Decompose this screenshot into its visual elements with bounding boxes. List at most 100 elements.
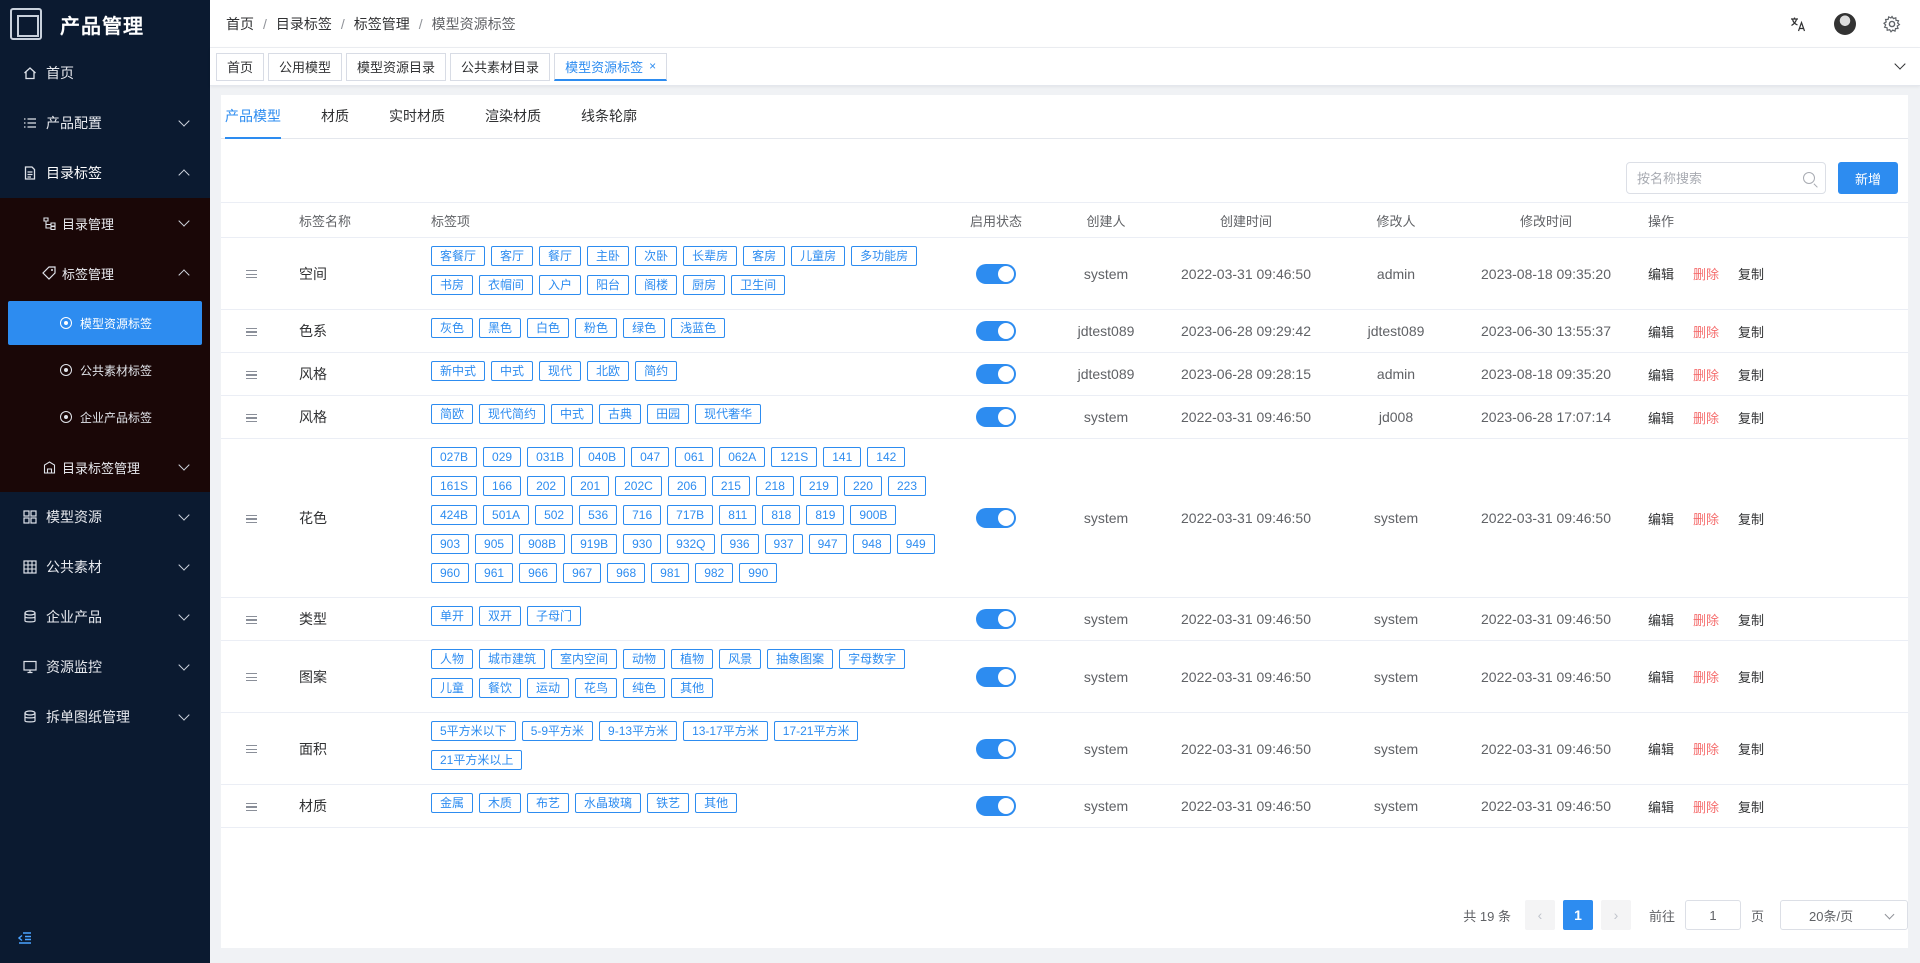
delete-link[interactable]: 删除 bbox=[1693, 408, 1719, 427]
tag-chip: 061 bbox=[675, 447, 714, 467]
sidebar-item-enterprise-products[interactable]: 企业产品 bbox=[0, 592, 210, 642]
search-icon[interactable] bbox=[1803, 172, 1815, 184]
sidebar-item-tag-mgmt[interactable]: 标签管理 bbox=[0, 248, 210, 298]
modify-time: 2022-03-31 09:46:50 bbox=[1481, 510, 1611, 526]
breadcrumb-item[interactable]: 首页 bbox=[226, 14, 254, 34]
copy-link[interactable]: 复制 bbox=[1738, 322, 1764, 341]
sidebar-item-catalog-tag-mgmt[interactable]: 目录标签管理 bbox=[0, 442, 210, 492]
drag-handle-icon[interactable] bbox=[245, 370, 257, 379]
sidebar-item-model-resource-tags[interactable]: 模型资源标签 bbox=[8, 301, 202, 345]
copy-link[interactable]: 复制 bbox=[1738, 739, 1764, 758]
edit-link[interactable]: 编辑 bbox=[1648, 739, 1674, 758]
copy-link[interactable]: 复制 bbox=[1738, 509, 1764, 528]
collapse-icon[interactable] bbox=[17, 931, 32, 949]
avatar[interactable] bbox=[1834, 13, 1856, 35]
translate-icon[interactable] bbox=[1788, 14, 1808, 34]
close-icon[interactable]: × bbox=[649, 59, 656, 73]
creator: system bbox=[1083, 798, 1129, 814]
tab-realtime-material[interactable]: 实时材质 bbox=[389, 94, 445, 138]
sidebar-item-catalog-mgmt[interactable]: 目录管理 bbox=[0, 198, 210, 248]
copy-link[interactable]: 复制 bbox=[1738, 264, 1764, 283]
delete-link[interactable]: 删除 bbox=[1693, 509, 1719, 528]
edit-link[interactable]: 编辑 bbox=[1648, 408, 1674, 427]
enable-toggle[interactable] bbox=[976, 321, 1016, 341]
prev-page-button[interactable]: ‹ bbox=[1524, 900, 1555, 930]
tab-line-contour[interactable]: 线条轮廓 bbox=[581, 94, 637, 138]
delete-link[interactable]: 删除 bbox=[1693, 797, 1719, 816]
edit-link[interactable]: 编辑 bbox=[1648, 365, 1674, 384]
drag-handle-icon[interactable] bbox=[245, 673, 257, 681]
gear-icon[interactable] bbox=[1882, 14, 1902, 34]
edit-link[interactable]: 编辑 bbox=[1648, 610, 1674, 629]
edit-link[interactable]: 编辑 bbox=[1648, 797, 1674, 816]
enable-toggle[interactable] bbox=[976, 796, 1016, 816]
sidebar-item-resource-monitor[interactable]: 资源监控 bbox=[0, 642, 210, 692]
edit-link[interactable]: 编辑 bbox=[1648, 322, 1674, 341]
tag-chip: 餐饮 bbox=[479, 678, 522, 698]
drag-handle-icon[interactable] bbox=[245, 270, 257, 278]
edit-link[interactable]: 编辑 bbox=[1648, 264, 1674, 283]
tag-chip: 811 bbox=[719, 505, 757, 525]
copy-link[interactable]: 复制 bbox=[1738, 667, 1764, 686]
copy-link[interactable]: 复制 bbox=[1738, 365, 1764, 384]
copy-link[interactable]: 复制 bbox=[1738, 797, 1764, 816]
drag-handle-icon[interactable] bbox=[245, 745, 257, 753]
add-button[interactable]: 新增 bbox=[1838, 162, 1898, 194]
delete-link[interactable]: 删除 bbox=[1693, 264, 1719, 283]
delete-link[interactable]: 删除 bbox=[1693, 610, 1719, 629]
page-size-select[interactable]: 20条/页 bbox=[1780, 900, 1908, 930]
enable-toggle[interactable] bbox=[976, 407, 1016, 427]
enable-toggle[interactable] bbox=[976, 364, 1016, 384]
delete-link[interactable]: 删除 bbox=[1693, 667, 1719, 686]
tag-view-home[interactable]: 首页 bbox=[216, 52, 265, 81]
status-cell bbox=[941, 321, 1051, 341]
drag-handle-icon[interactable] bbox=[245, 514, 257, 523]
sidebar-item-home[interactable]: 首页 bbox=[0, 48, 210, 98]
chevron-down-icon[interactable] bbox=[1894, 58, 1906, 70]
delete-link[interactable]: 删除 bbox=[1693, 322, 1719, 341]
edit-link[interactable]: 编辑 bbox=[1648, 667, 1674, 686]
sidebar-item-public-materials[interactable]: 公共素材 bbox=[0, 542, 210, 592]
drag-handle-icon[interactable] bbox=[245, 615, 257, 624]
breadcrumb-item[interactable]: 目录标签 bbox=[276, 14, 332, 34]
sidebar-item-public-material-tags[interactable]: 公共素材标签 bbox=[8, 348, 202, 392]
enable-toggle[interactable] bbox=[976, 666, 1016, 687]
drag-handle-icon[interactable] bbox=[245, 802, 257, 811]
page-jump-input[interactable] bbox=[1684, 900, 1741, 930]
tag-view-public-models[interactable]: 公用模型 bbox=[268, 52, 343, 81]
next-page-button[interactable]: › bbox=[1600, 900, 1631, 930]
edit-link[interactable]: 编辑 bbox=[1648, 509, 1674, 528]
status-cell bbox=[941, 364, 1051, 384]
modify-time: 2023-08-18 09:35:20 bbox=[1481, 366, 1611, 382]
enable-toggle[interactable] bbox=[976, 263, 1016, 284]
tab-render-material[interactable]: 渲染材质 bbox=[485, 94, 541, 138]
row-actions: 编辑 删除 复制 bbox=[1631, 667, 1781, 686]
sidebar-item-model-resources[interactable]: 模型资源 bbox=[0, 492, 210, 542]
delete-link[interactable]: 删除 bbox=[1693, 365, 1719, 384]
breadcrumb-item[interactable]: 标签管理 bbox=[354, 14, 410, 34]
sidebar-item-enterprise-product-tags[interactable]: 企业产品标签 bbox=[8, 395, 202, 439]
sidebar-item-product-config[interactable]: 产品配置 bbox=[0, 98, 210, 148]
delete-link[interactable]: 删除 bbox=[1693, 739, 1719, 758]
drag-handle-icon[interactable] bbox=[245, 413, 257, 422]
enable-toggle[interactable] bbox=[976, 609, 1016, 629]
enable-toggle[interactable] bbox=[976, 738, 1016, 759]
tag-chip: 932Q bbox=[667, 534, 715, 554]
tag-chip: 919B bbox=[571, 534, 618, 554]
copy-link[interactable]: 复制 bbox=[1738, 610, 1764, 629]
search-input[interactable] bbox=[1637, 170, 1797, 186]
copy-link[interactable]: 复制 bbox=[1738, 408, 1764, 427]
tag-chip: 040B bbox=[579, 447, 626, 467]
tab-material[interactable]: 材质 bbox=[321, 94, 349, 138]
tag-view-material-catalog[interactable]: 公共素材目录 bbox=[450, 52, 551, 81]
sidebar-item-catalog-tags[interactable]: 目录标签 bbox=[0, 148, 210, 198]
tag-view-model-resource-tags[interactable]: 模型资源标签 × bbox=[554, 52, 668, 81]
row-actions: 编辑 删除 复制 bbox=[1631, 739, 1781, 758]
tag-items: 027B 029 031B 040B 047 061 062A 121S 141 142 161S 1… bbox=[431, 439, 941, 597]
sidebar-item-split-drawings[interactable]: 拆单图纸管理 bbox=[0, 692, 210, 742]
page-number-current[interactable]: 1 bbox=[1562, 900, 1593, 930]
tab-product-model[interactable]: 产品模型 bbox=[225, 94, 281, 139]
enable-toggle[interactable] bbox=[976, 508, 1016, 528]
drag-handle-icon[interactable] bbox=[245, 327, 257, 336]
tag-view-model-catalog[interactable]: 模型资源目录 bbox=[346, 52, 447, 81]
